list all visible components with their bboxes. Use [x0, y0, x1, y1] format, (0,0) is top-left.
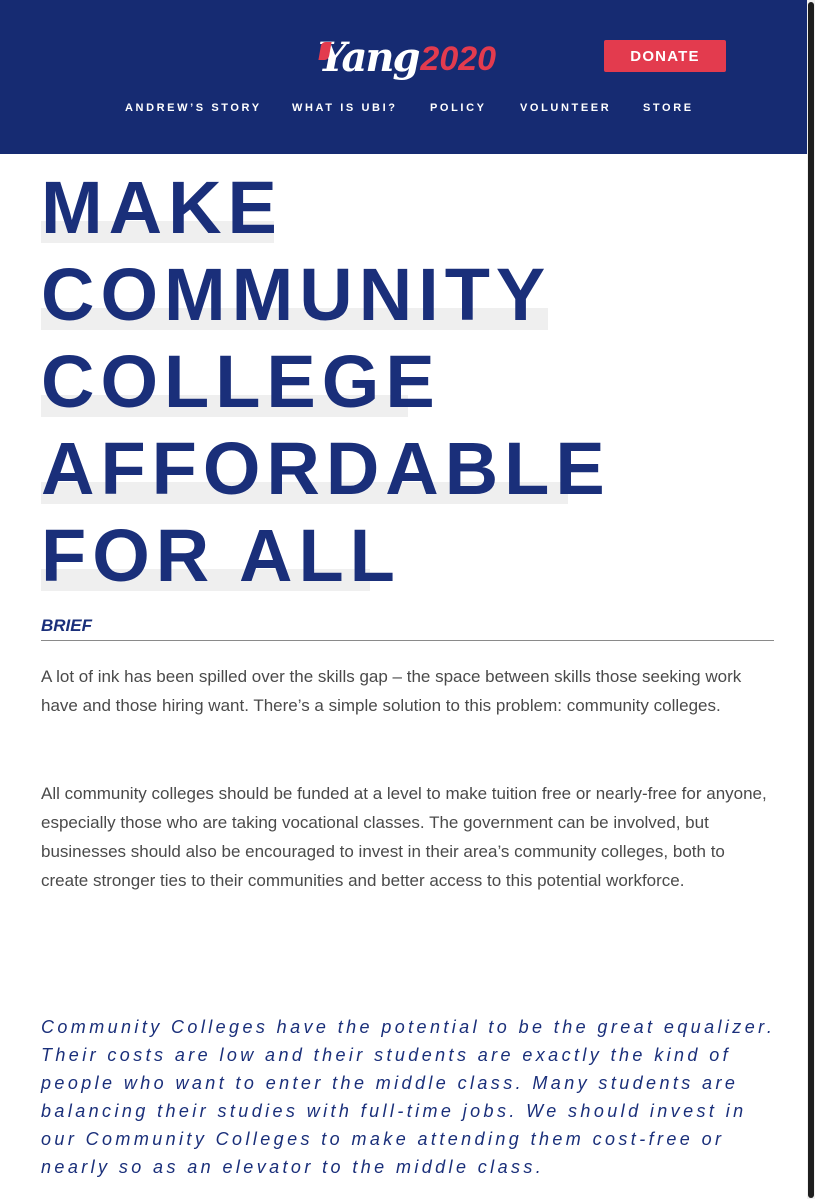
yang-2020-logo[interactable]: Yang 2020: [318, 34, 496, 80]
nav-andrews-story[interactable]: ANDREW’S STORY: [125, 101, 262, 115]
page-title: MAKE COMMUNITY COLLEGE AFFORDABLE FOR AL…: [41, 164, 611, 599]
nav-store[interactable]: STORE: [643, 101, 694, 115]
donate-button[interactable]: DONATE: [604, 40, 726, 72]
scrollbar-thumb[interactable]: [808, 2, 814, 1198]
brief-paragraph-1: A lot of ink has been spilled over the s…: [41, 667, 742, 715]
nav-policy[interactable]: POLICY: [430, 101, 487, 115]
nav-volunteer[interactable]: VOLUNTEER: [520, 101, 611, 115]
site-header: Yang 2020 DONATE ANDREW’S STORY WHAT IS …: [0, 0, 807, 154]
logo-name: Yang: [318, 34, 420, 81]
pull-quote: Community Colleges have the potential to…: [41, 1017, 776, 1177]
nav-what-is-ubi[interactable]: WHAT IS UBI?: [292, 101, 398, 115]
brief-label: BRIEF: [41, 616, 92, 635]
brief-paragraph-2: All community colleges should be funded …: [41, 784, 767, 890]
title-line: COLLEGE: [41, 340, 441, 423]
title-line: COMMUNITY: [41, 253, 552, 336]
section-divider: [41, 640, 774, 641]
title-line: AFFORDABLE: [41, 427, 611, 510]
main-nav: ANDREW’S STORY WHAT IS UBI? POLICY VOLUN…: [0, 101, 807, 115]
logo-year: 2020: [420, 40, 497, 78]
title-line: FOR ALL: [41, 514, 401, 597]
title-line: MAKE: [41, 166, 283, 249]
